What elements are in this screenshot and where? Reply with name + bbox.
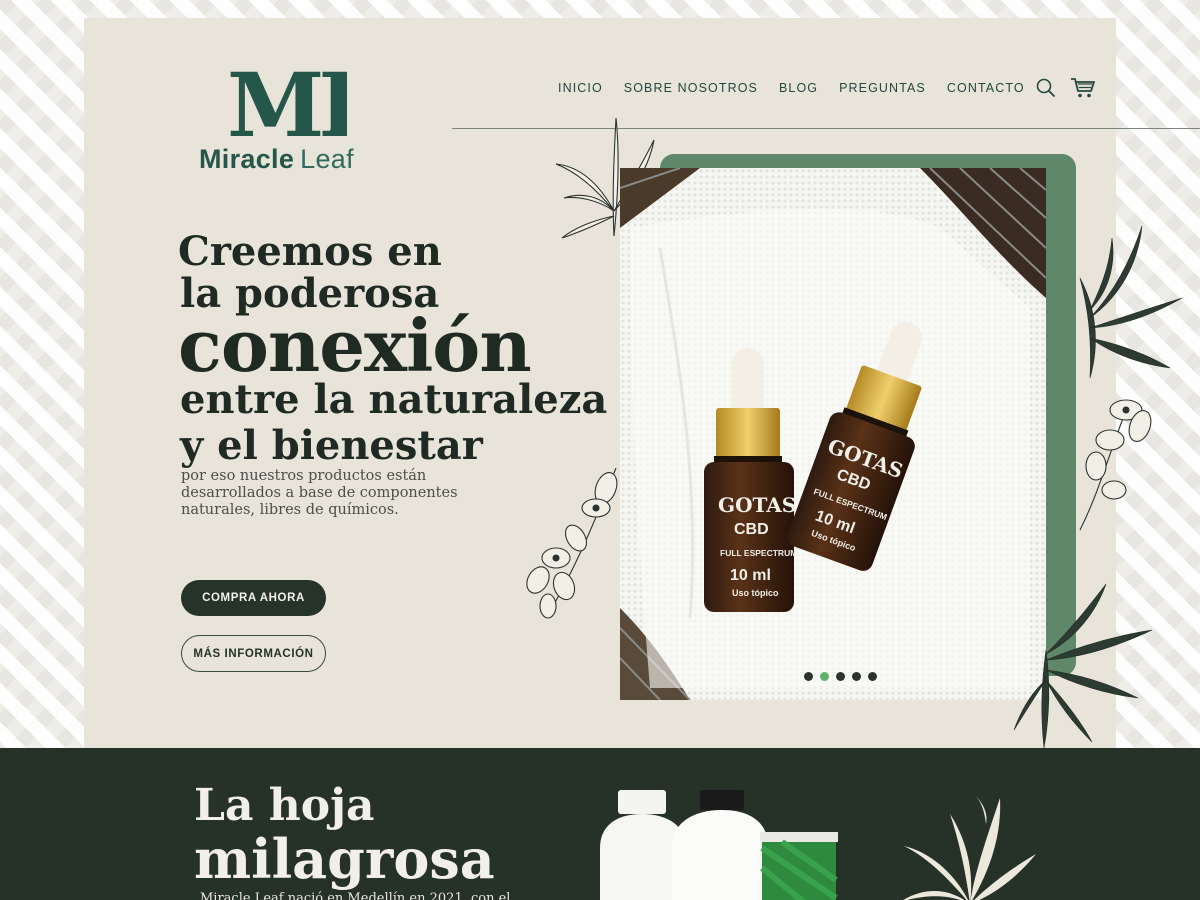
more-info-button[interactable]: MÁS INFORMACIÓN xyxy=(181,635,326,672)
brand-name-part2: Leaf xyxy=(300,144,354,174)
hero-title-line1: Creemos en xyxy=(178,228,442,275)
header-actions xyxy=(1034,76,1096,100)
section-title-line2: milagrosa xyxy=(194,827,495,891)
hero-title-emphasis: conexión xyxy=(178,303,532,388)
bottle-left-brand: GOTAS xyxy=(718,493,796,517)
hero-title-line4: entre la naturaleza xyxy=(180,376,608,423)
section-title: La hoja milagrosa xyxy=(194,780,495,891)
brand-name-part1: Miracle xyxy=(199,144,295,174)
hero-subtitle: por eso nuestros productos están desarro… xyxy=(181,468,458,518)
cannabis-leaf-decoration-right xyxy=(1079,225,1183,379)
carousel-dot-2[interactable] xyxy=(820,672,829,681)
nav-item-preguntas[interactable]: PREGUNTAS xyxy=(839,81,926,95)
cart-icon[interactable] xyxy=(1070,76,1096,100)
flower-decoration-icon xyxy=(526,467,618,619)
search-icon[interactable] xyxy=(1034,76,1060,100)
nav-item-sobre-nosotros[interactable]: SOBRE NOSOTROS xyxy=(624,81,758,95)
section-paragraph: Miracle Leaf nació en Medellín en 2021, … xyxy=(200,891,511,900)
hero-title: Creemos en la poderosa conexión entre la… xyxy=(178,232,607,466)
main-nav: INICIO SOBRE NOSOTROS BLOG PREGUNTAS CON… xyxy=(558,81,1046,95)
bottle-left-cbd: CBD xyxy=(734,521,769,538)
carousel-dot-5[interactable] xyxy=(868,672,877,681)
cannabis-leaf-decoration-dark xyxy=(903,794,1036,900)
nav-item-inicio[interactable]: INICIO xyxy=(558,81,603,95)
carousel-dot-4[interactable] xyxy=(852,672,861,681)
bottle-left-type: FULL ESPECTRUM xyxy=(720,548,797,558)
buy-now-button[interactable]: COMPRA AHORA xyxy=(181,580,326,616)
nav-item-contacto[interactable]: CONTACTO xyxy=(947,81,1025,95)
flower-decoration-right-icon xyxy=(1079,399,1152,531)
logo-ml-mark: ML xyxy=(227,64,347,142)
carousel-dot-1[interactable] xyxy=(804,672,813,681)
about-section: La hoja milagrosa Miracle Leaf nació en … xyxy=(0,748,1200,900)
header-divider xyxy=(452,128,1116,129)
header-divider-extension xyxy=(1116,128,1200,129)
cbd-drops-photo: GOTAS CBD FULL ESPECTRUM 10 ml Uso tópic… xyxy=(620,168,1046,700)
hero-panel: ML MiracleLeaf INICIO SOBRE NOSOTROS BLO… xyxy=(84,18,1116,748)
logo-letters: ML xyxy=(227,64,347,142)
bottle-left-volume: 10 ml xyxy=(730,567,771,584)
bottle-left-use: Uso tópico xyxy=(732,588,779,598)
nav-item-blog[interactable]: BLOG xyxy=(779,81,818,95)
cannabis-leaf-decoration-bottom xyxy=(1013,583,1153,749)
carousel-dot-3[interactable] xyxy=(836,672,845,681)
hero-product-photo: GOTAS CBD FULL ESPECTRUM 10 ml Uso tópic… xyxy=(620,168,1046,700)
carousel-indicators xyxy=(804,672,877,681)
section-title-line1: La hoja xyxy=(194,780,375,831)
product-bottles-image xyxy=(600,790,838,900)
brand-logo[interactable]: ML MiracleLeaf xyxy=(197,64,377,180)
brand-name: Miracle Leaf xyxy=(199,144,354,175)
